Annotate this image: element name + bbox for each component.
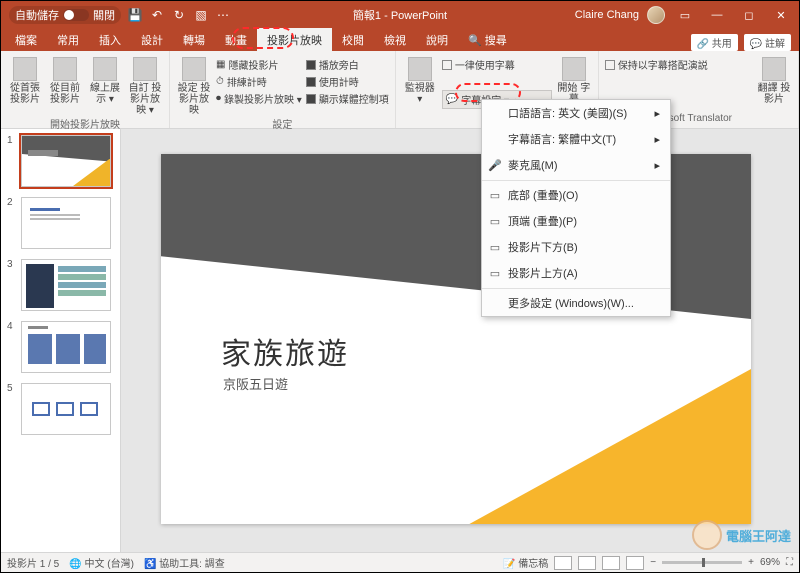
undo-icon[interactable]: ↶ — [149, 7, 165, 23]
keep-subtitles-check[interactable]: 保持以字幕搭配演説 — [605, 57, 708, 72]
thumbnail-1[interactable] — [21, 135, 111, 187]
slide-title[interactable]: 家族旅遊 — [221, 329, 349, 373]
monitor-button[interactable]: 監視器 ▾ — [402, 55, 438, 105]
tab-view[interactable]: 檢視 — [374, 28, 416, 51]
reading-view-icon[interactable] — [602, 556, 620, 570]
menu-bottom-overlay[interactable]: ▭底部 (重疊)(O) — [482, 180, 670, 208]
show-media-controls-check[interactable]: 顯示媒體控制項 — [306, 91, 389, 106]
microphone-icon: 🎤 — [488, 158, 502, 172]
save-icon[interactable]: 💾 — [127, 7, 143, 23]
fit-window-icon[interactable]: ⛶ — [786, 557, 793, 568]
watermark-face-icon — [692, 520, 722, 550]
sorter-view-icon[interactable] — [578, 556, 596, 570]
from-current-button[interactable]: 從目前 投影片 — [47, 55, 83, 105]
record-slideshow-button[interactable]: ⏺ 錄製投影片放映 ▾ — [216, 91, 302, 106]
toggle-pill-icon — [63, 9, 89, 21]
zoom-slider[interactable] — [662, 561, 742, 564]
menu-top-overlay[interactable]: ▭頂端 (重疊)(P) — [482, 208, 670, 234]
ribbon-options-icon[interactable]: ▭ — [673, 5, 697, 25]
user-name: Claire Chang — [575, 9, 639, 21]
workspace: 1 2 3 4 5 家族旅遊 京阪五日遊 — [1, 129, 799, 552]
menu-above-slide[interactable]: ▭投影片上方(A) — [482, 260, 670, 286]
tab-insert[interactable]: 插入 — [89, 28, 131, 51]
tab-file[interactable]: 檔案 — [5, 28, 47, 51]
maximize-icon[interactable]: ◻ — [737, 5, 761, 25]
redo-icon[interactable]: ↻ — [171, 7, 187, 23]
group-setup: 設定 投影片放映 ▦ 隱藏投影片 ⏱ 排練計時 ⏺ 錄製投影片放映 ▾ 播放旁白… — [170, 51, 396, 128]
use-timings-check[interactable]: 使用計時 — [306, 74, 389, 89]
hide-slide-button[interactable]: ▦ 隱藏投影片 — [216, 57, 302, 72]
status-slide-number[interactable]: 投影片 1 / 5 — [7, 555, 59, 570]
thumb-number: 1 — [7, 135, 17, 187]
status-accessibility[interactable]: ♿ 協助工具: 調查 — [144, 555, 225, 570]
share-button[interactable]: 🔗 共用 — [691, 34, 738, 51]
tab-animations[interactable]: 動畫 — [215, 28, 257, 51]
autosave-toggle[interactable]: 自動儲存 關閉 — [9, 6, 121, 24]
tab-transitions[interactable]: 轉場 — [173, 28, 215, 51]
tab-help[interactable]: 說明 — [416, 28, 458, 51]
slide-subtitle[interactable]: 京阪五日遊 — [223, 374, 288, 393]
zoom-in-icon[interactable]: + — [748, 557, 754, 568]
group-start-slideshow: 從首張 投影片 從目前 投影片 線上展 示 ▾ 自訂 投影片放映 ▾ 開始投影片… — [1, 51, 170, 128]
autosave-state: 關閉 — [93, 7, 115, 23]
menu-subtitle-language[interactable]: 字幕語言: 繁體中文(T)▸ — [482, 126, 670, 152]
normal-view-icon[interactable] — [554, 556, 572, 570]
slideshow-icon[interactable]: ▧ — [193, 7, 209, 23]
status-language[interactable]: 🌐 中文 (台灣) — [69, 555, 134, 570]
slideshow-view-icon[interactable] — [626, 556, 644, 570]
slide-canvas[interactable]: 家族旅遊 京阪五日遊 — [121, 129, 799, 552]
title-bar: 自動儲存 關閉 💾 ↶ ↻ ▧ ⋯ 簡報1 - PowerPoint Clair… — [1, 1, 799, 29]
tab-design[interactable]: 設計 — [131, 28, 173, 51]
comments-button[interactable]: 💬 註解 — [744, 34, 791, 51]
autosave-label: 自動儲存 — [15, 7, 59, 23]
thumbnail-4[interactable] — [21, 321, 111, 373]
from-beginning-button[interactable]: 從首張 投影片 — [7, 55, 43, 105]
status-bar: 投影片 1 / 5 🌐 中文 (台灣) ♿ 協助工具: 調查 📝 備忘稿 − +… — [1, 552, 799, 572]
tab-review[interactable]: 校閱 — [332, 28, 374, 51]
ribbon: 從首張 投影片 從目前 投影片 線上展 示 ▾ 自訂 投影片放映 ▾ 開始投影片… — [1, 51, 799, 129]
avatar[interactable] — [647, 6, 665, 24]
present-online-button[interactable]: 線上展 示 ▾ — [87, 55, 123, 105]
tab-home[interactable]: 常用 — [47, 28, 89, 51]
layout-icon: ▭ — [488, 214, 502, 228]
menu-microphone[interactable]: 🎤麥克風(M)▸ — [482, 152, 670, 178]
layout-icon: ▭ — [488, 240, 502, 254]
thumbnail-panel: 1 2 3 4 5 — [1, 129, 121, 552]
start-subtitles-button[interactable]: 開始 字幕 — [556, 55, 592, 105]
tab-search[interactable]: 🔍 搜尋 — [458, 28, 517, 51]
subtitle-settings-menu: 口語語言: 英文 (美國)(S)▸ 字幕語言: 繁體中文(T)▸ 🎤麥克風(M)… — [481, 99, 671, 317]
thumbnail-2[interactable] — [21, 197, 111, 249]
minimize-icon[interactable]: — — [705, 5, 729, 25]
menu-spoken-language[interactable]: 口語語言: 英文 (美國)(S)▸ — [482, 100, 670, 126]
rehearse-timings-button[interactable]: ⏱ 排練計時 — [216, 74, 302, 89]
zoom-out-icon[interactable]: − — [650, 557, 656, 568]
qat-more-icon[interactable]: ⋯ — [215, 7, 231, 23]
menu-below-slide[interactable]: ▭投影片下方(B) — [482, 234, 670, 260]
layout-icon: ▭ — [488, 188, 502, 202]
slide-shape-yellow — [431, 369, 751, 524]
watermark: 電腦王阿達 — [692, 520, 791, 550]
tab-slideshow[interactable]: 投影片放映 — [257, 28, 332, 51]
translate-slides-button[interactable]: 翻譯 投影片 — [756, 55, 792, 105]
notes-button[interactable]: 📝 備忘稿 — [503, 555, 548, 570]
zoom-level[interactable]: 69% — [760, 557, 780, 568]
thumbnail-3[interactable] — [21, 259, 111, 311]
thumbnail-5[interactable] — [21, 383, 111, 435]
menu-more-settings[interactable]: 更多設定 (Windows)(W)... — [482, 288, 670, 316]
always-subtitles-check[interactable]: 一律使用字幕 — [442, 57, 552, 72]
document-title: 簡報1 - PowerPoint — [353, 7, 447, 23]
watermark-text: 電腦王阿達 — [726, 526, 791, 545]
layout-icon: ▭ — [488, 266, 502, 280]
custom-slideshow-button[interactable]: 自訂 投影片放映 ▾ — [127, 55, 163, 116]
play-narration-check[interactable]: 播放旁白 — [306, 57, 389, 72]
close-icon[interactable]: ✕ — [769, 5, 793, 25]
setup-slideshow-button[interactable]: 設定 投影片放映 — [176, 55, 212, 116]
ribbon-tabs: 檔案 常用 插入 設計 轉場 動畫 投影片放映 校閱 檢視 說明 🔍 搜尋 🔗 … — [1, 29, 799, 51]
